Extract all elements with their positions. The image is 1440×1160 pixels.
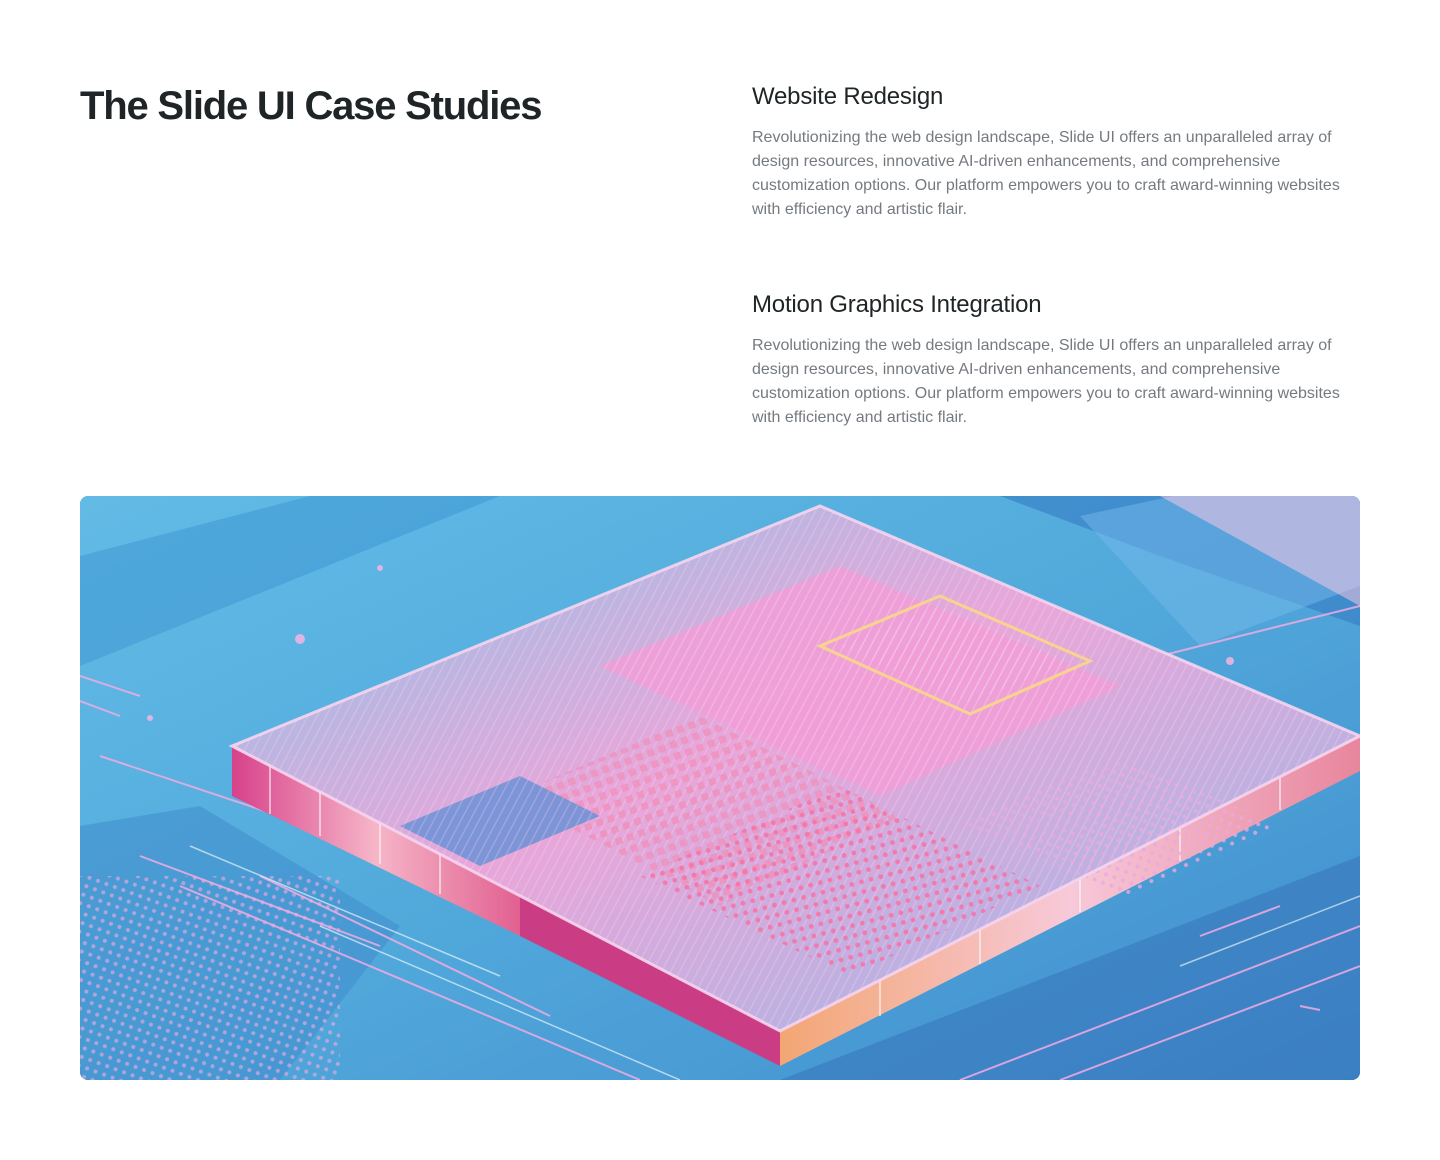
microchip-illustration [80, 496, 1360, 1080]
case-study-heading: Motion Graphics Integration [752, 291, 1042, 318]
case-studies-section: The Slide UI Case Studies Website Redesi… [0, 0, 1440, 1160]
case-study-heading: Website Redesign [752, 83, 944, 110]
case-study-description: Revolutionizing the web design landscape… [752, 337, 1340, 426]
case-study-description: Revolutionizing the web design landscape… [752, 129, 1340, 218]
hero-image [80, 496, 1360, 1080]
page-title: The Slide UI Case Studies [80, 84, 542, 128]
case-study-website-redesign: Website Redesign Revolutionizing the web… [752, 80, 1360, 222]
case-study-motion-graphics: Motion Graphics Integration Revolutioniz… [752, 288, 1360, 430]
